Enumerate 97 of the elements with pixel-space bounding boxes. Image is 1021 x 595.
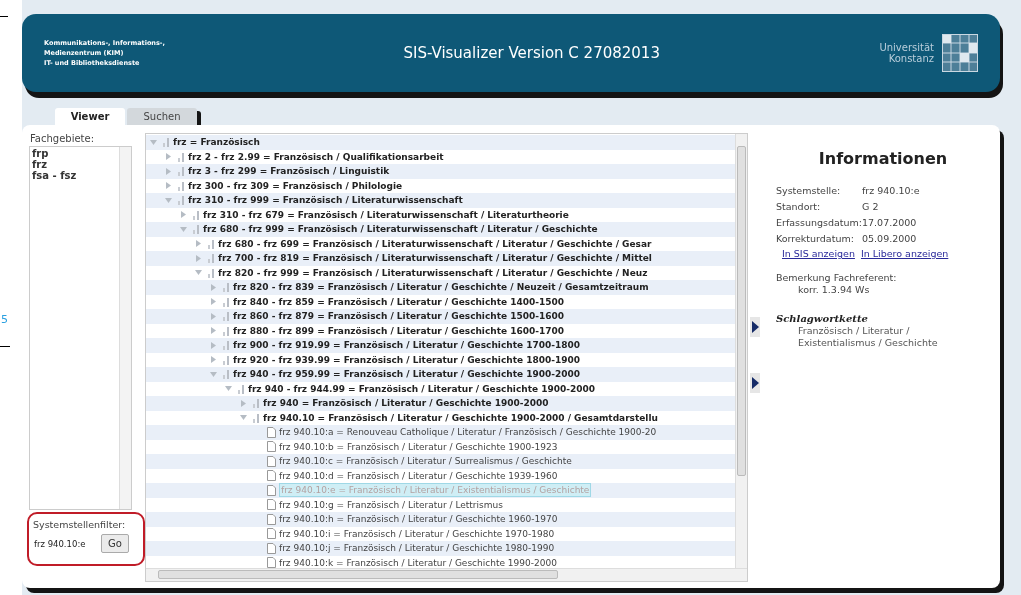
expand-toggle-icon[interactable] <box>210 312 217 320</box>
tab[interactable]: Viewer <box>55 108 125 125</box>
tree-node[interactable]: frz 940.10:b = Französisch / Literatur / Geschichte 1900-1923 <box>279 440 558 453</box>
document-icon <box>267 484 276 496</box>
collapse-toggle-icon[interactable] <box>210 370 217 378</box>
arrow-right-icon <box>751 321 759 333</box>
edge-text: 5 <box>1 314 8 325</box>
node-icon <box>177 195 185 206</box>
expand-toggle-icon[interactable] <box>195 240 202 248</box>
collapse-toggle-icon[interactable] <box>195 269 202 277</box>
expand-toggle-icon[interactable] <box>210 341 217 349</box>
node-icon <box>222 296 230 307</box>
expand-toggle-icon[interactable] <box>195 254 202 262</box>
node-icon <box>177 151 185 162</box>
node-icon <box>222 340 230 351</box>
node-icon <box>222 354 230 365</box>
collapse-toggle-icon[interactable] <box>225 385 232 393</box>
link[interactable]: In Libero anzeigen <box>860 248 949 260</box>
node-icon <box>177 180 185 191</box>
panel-toggle-button[interactable] <box>750 317 760 337</box>
list-item[interactable]: frz <box>32 159 48 170</box>
node-icon <box>162 137 170 148</box>
expand-toggle-icon[interactable] <box>240 399 247 407</box>
tree-node[interactable]: frz 310 - frz 679 = Französisch / Literaturwissenschaft / Literaturtheorie <box>203 208 569 221</box>
arrow-right-icon <box>751 377 759 389</box>
filter-label: Systemstellenfilter: <box>33 519 127 531</box>
vertical-scrollbar[interactable] <box>735 134 747 568</box>
node-icon <box>192 209 200 220</box>
tree-node[interactable]: frz 940.10:d = Französisch / Literatur / Geschichte 1939-1960 <box>279 469 558 482</box>
field-value: 05.09.2000 <box>862 233 917 245</box>
collapse-toggle-icon[interactable] <box>180 225 187 233</box>
node-icon <box>222 369 230 380</box>
expand-toggle-icon[interactable] <box>210 298 217 306</box>
tree-node[interactable]: frz 820 - frz 999 = Französisch / Literaturwissenschaft / Literatur / Geschichte / Neuz <box>218 266 648 279</box>
keyword-chain-text: Französisch / Literatur / Existentialismus / Geschichte <box>797 325 939 349</box>
expand-toggle-icon[interactable] <box>210 327 217 335</box>
expand-toggle-icon[interactable] <box>165 182 172 190</box>
tree-node[interactable]: frz 940 - frz 944.99 = Französisch / Literatur / Geschichte 1900-2000 <box>248 382 595 395</box>
field-label: Systemstelle: <box>776 185 842 197</box>
collapse-toggle-icon[interactable] <box>240 414 247 422</box>
tree-node[interactable]: frz 940.10 = Französisch / Literatur / Geschichte 1900-2000 / Gesamtdarstellu <box>263 411 658 424</box>
tree-node[interactable]: frz 880 - frz 899 = Französisch / Literatur / Geschichte 1600-1700 <box>233 324 565 337</box>
university-text: Konstanz <box>888 53 934 64</box>
link[interactable]: In SIS anzeigen <box>782 248 855 260</box>
field-value: frz 940.10:e <box>862 185 920 197</box>
node-icon <box>222 311 230 322</box>
tree-node[interactable]: frz 940.10:g = Französisch / Literatur / Lettrismus <box>279 498 503 511</box>
list-item[interactable]: fsa - fsz <box>32 170 77 181</box>
node-icon <box>252 412 260 423</box>
field-label: Korrekturdatum: <box>776 233 855 245</box>
tree-node[interactable]: frz = Französisch <box>173 136 260 149</box>
tree-node[interactable]: frz 2 - frz 2.99 = Französisch / Qualifikationsarbeit <box>188 150 444 163</box>
scroll-thumb[interactable] <box>158 570 558 579</box>
list-label: Fachgebiete: <box>29 133 96 145</box>
tree-node[interactable]: frz 940.10:i = Französisch / Literatur / Geschichte 1970-1980 <box>279 527 555 540</box>
horizontal-scrollbar[interactable] <box>146 568 747 581</box>
node-icon <box>252 398 260 409</box>
university-logo-icon <box>942 34 978 72</box>
collapse-toggle-icon[interactable] <box>150 138 157 146</box>
expand-toggle-icon[interactable] <box>210 283 217 291</box>
university-text: Universität <box>879 42 934 53</box>
document-icon <box>267 426 276 438</box>
tree-node[interactable]: frz 940.10:k = Französisch / Literatur / Geschichte 1990-2000 <box>279 556 557 568</box>
field-label: Standort: <box>776 201 822 213</box>
tree-node[interactable]: frz 680 - frz 699 = Französisch / Literaturwissenschaft / Literatur / Geschichte / Gesar <box>218 237 652 250</box>
node-icon <box>207 267 215 278</box>
node-icon <box>237 383 245 394</box>
expand-toggle-icon[interactable] <box>165 167 172 175</box>
node-icon <box>207 253 215 264</box>
panel-toggle-button[interactable] <box>750 373 760 393</box>
keyword-chain-label: Schlagwortkette <box>776 313 869 325</box>
scroll-thumb[interactable] <box>737 146 746 476</box>
info-title: Informationen <box>817 148 949 170</box>
field-label: Erfassungsdatum: <box>776 217 862 229</box>
node-icon <box>207 238 215 249</box>
list-item[interactable]: frp <box>32 148 49 159</box>
document-icon <box>267 542 276 554</box>
node-icon <box>222 325 230 336</box>
remark-label: Bemerkung Fachreferent: <box>776 272 898 284</box>
field-value: G 2 <box>862 201 879 213</box>
remark-text: korr. 1.3.94 Ws <box>797 284 871 296</box>
node-icon <box>192 224 200 235</box>
node-icon <box>177 166 185 177</box>
tree-node[interactable]: frz 840 - frz 859 = Französisch / Literatur / Geschichte 1400-1500 <box>233 295 565 308</box>
app-title: SIS-Visualizer Version C 27082013 <box>402 42 661 64</box>
collapse-toggle-icon[interactable] <box>165 196 172 204</box>
document-icon <box>267 455 276 467</box>
expand-toggle-icon[interactable] <box>210 356 217 364</box>
expand-toggle-icon[interactable] <box>165 153 172 161</box>
go-button[interactable]: Go <box>101 534 129 553</box>
expand-toggle-icon[interactable] <box>180 211 187 219</box>
document-icon <box>267 513 276 525</box>
node-icon <box>222 282 230 293</box>
field-value: 17.07.2000 <box>862 217 917 229</box>
tree-node[interactable]: frz 920 - frz 939.99 = Französisch / Literatur / Geschichte 1800-1900 <box>233 353 580 366</box>
tree-node[interactable]: frz 300 - frz 309 = Französisch / Philologie <box>188 179 403 192</box>
scrollbar[interactable] <box>119 147 131 509</box>
